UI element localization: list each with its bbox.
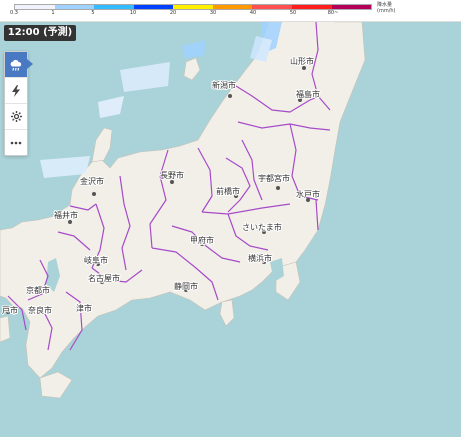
legend-swatch [54, 5, 95, 9]
svg-text:福島市: 福島市 [296, 89, 320, 99]
lightning-icon [12, 84, 20, 97]
svg-text:新潟市: 新潟市 [212, 80, 236, 90]
svg-text:奈良市: 奈良市 [28, 305, 52, 315]
precipitation-legend: 0.3 1 5 10 20 30 40 50 80~ 降水量 (mm/h) [0, 0, 461, 22]
legend-swatch [133, 5, 174, 9]
svg-text:名古屋市: 名古屋市 [88, 273, 120, 283]
legend-tick: 10 [129, 10, 137, 16]
svg-text:津市: 津市 [76, 303, 92, 313]
svg-text:長野市: 長野市 [160, 170, 184, 180]
legend-swatch [94, 5, 134, 9]
city-kyoto: 京都市 [25, 284, 51, 296]
typhoon-layer-button[interactable] [5, 103, 27, 129]
legend-tick: 20 [169, 10, 177, 16]
legend-swatch [291, 5, 332, 9]
legend-swatch [252, 5, 292, 9]
legend-tick: 30 [209, 10, 217, 16]
city-nara: 奈良市 [27, 304, 53, 316]
gear-icon [10, 111, 22, 122]
svg-text:福井市: 福井市 [54, 210, 78, 220]
city-shizuoka: 静岡市 [173, 280, 199, 292]
more-options-button[interactable] [5, 129, 27, 155]
legend-tick: 5 [91, 10, 95, 16]
rain-layer-button[interactable] [5, 52, 33, 77]
svg-text:戸市: 戸市 [2, 305, 18, 315]
map-canvas[interactable]: 山形市 新潟市 福島市 金沢市 長野市 宇都宮市 前橋市 水戸市 福井市 さいた… [0, 0, 461, 437]
lightning-layer-button[interactable] [5, 77, 27, 103]
legend-color-scale [14, 4, 372, 10]
legend-swatch [331, 5, 372, 9]
legend-tick: 40 [249, 10, 257, 16]
city-kobe: 戸市 [1, 304, 19, 316]
legend-title: 降水量 (mm/h) [377, 2, 396, 14]
more-icon [10, 141, 22, 144]
legend-tick: 1 [51, 10, 55, 16]
svg-text:山形市: 山形市 [290, 56, 314, 66]
layer-control-panel [4, 51, 33, 156]
legend-swatch [173, 5, 213, 9]
legend-tick: 0.3 [10, 10, 18, 16]
svg-text:静岡市: 静岡市 [174, 281, 198, 291]
city-kofu: 甲府市 [189, 234, 215, 246]
legend-swatch [212, 5, 253, 9]
svg-text:横浜市: 横浜市 [248, 253, 272, 263]
city-nagoya: 名古屋市 [87, 272, 121, 284]
svg-text:甲府市: 甲府市 [190, 235, 214, 245]
land-awaji [0, 315, 11, 343]
svg-text:宇都宮市: 宇都宮市 [258, 173, 290, 183]
legend-tick: 80~ [327, 10, 339, 16]
svg-text:水戸市: 水戸市 [296, 189, 320, 199]
legend-title-unit: (mm/h) [377, 8, 396, 14]
rain-cloud-icon [10, 59, 22, 71]
legend-swatch [15, 5, 55, 9]
svg-text:京都市: 京都市 [26, 285, 50, 295]
svg-text:岐阜市: 岐阜市 [84, 255, 108, 265]
city-yokohama: 横浜市 [247, 252, 273, 264]
forecast-time-badge: 12:00 (予測) [4, 25, 76, 41]
city-tsu: 津市 [75, 302, 93, 314]
svg-text:さいたま市: さいたま市 [242, 222, 282, 232]
city-gifu: 岐阜市 [83, 254, 109, 266]
legend-tick: 50 [289, 10, 297, 16]
svg-text:前橋市: 前橋市 [216, 186, 240, 196]
svg-text:金沢市: 金沢市 [80, 176, 104, 186]
